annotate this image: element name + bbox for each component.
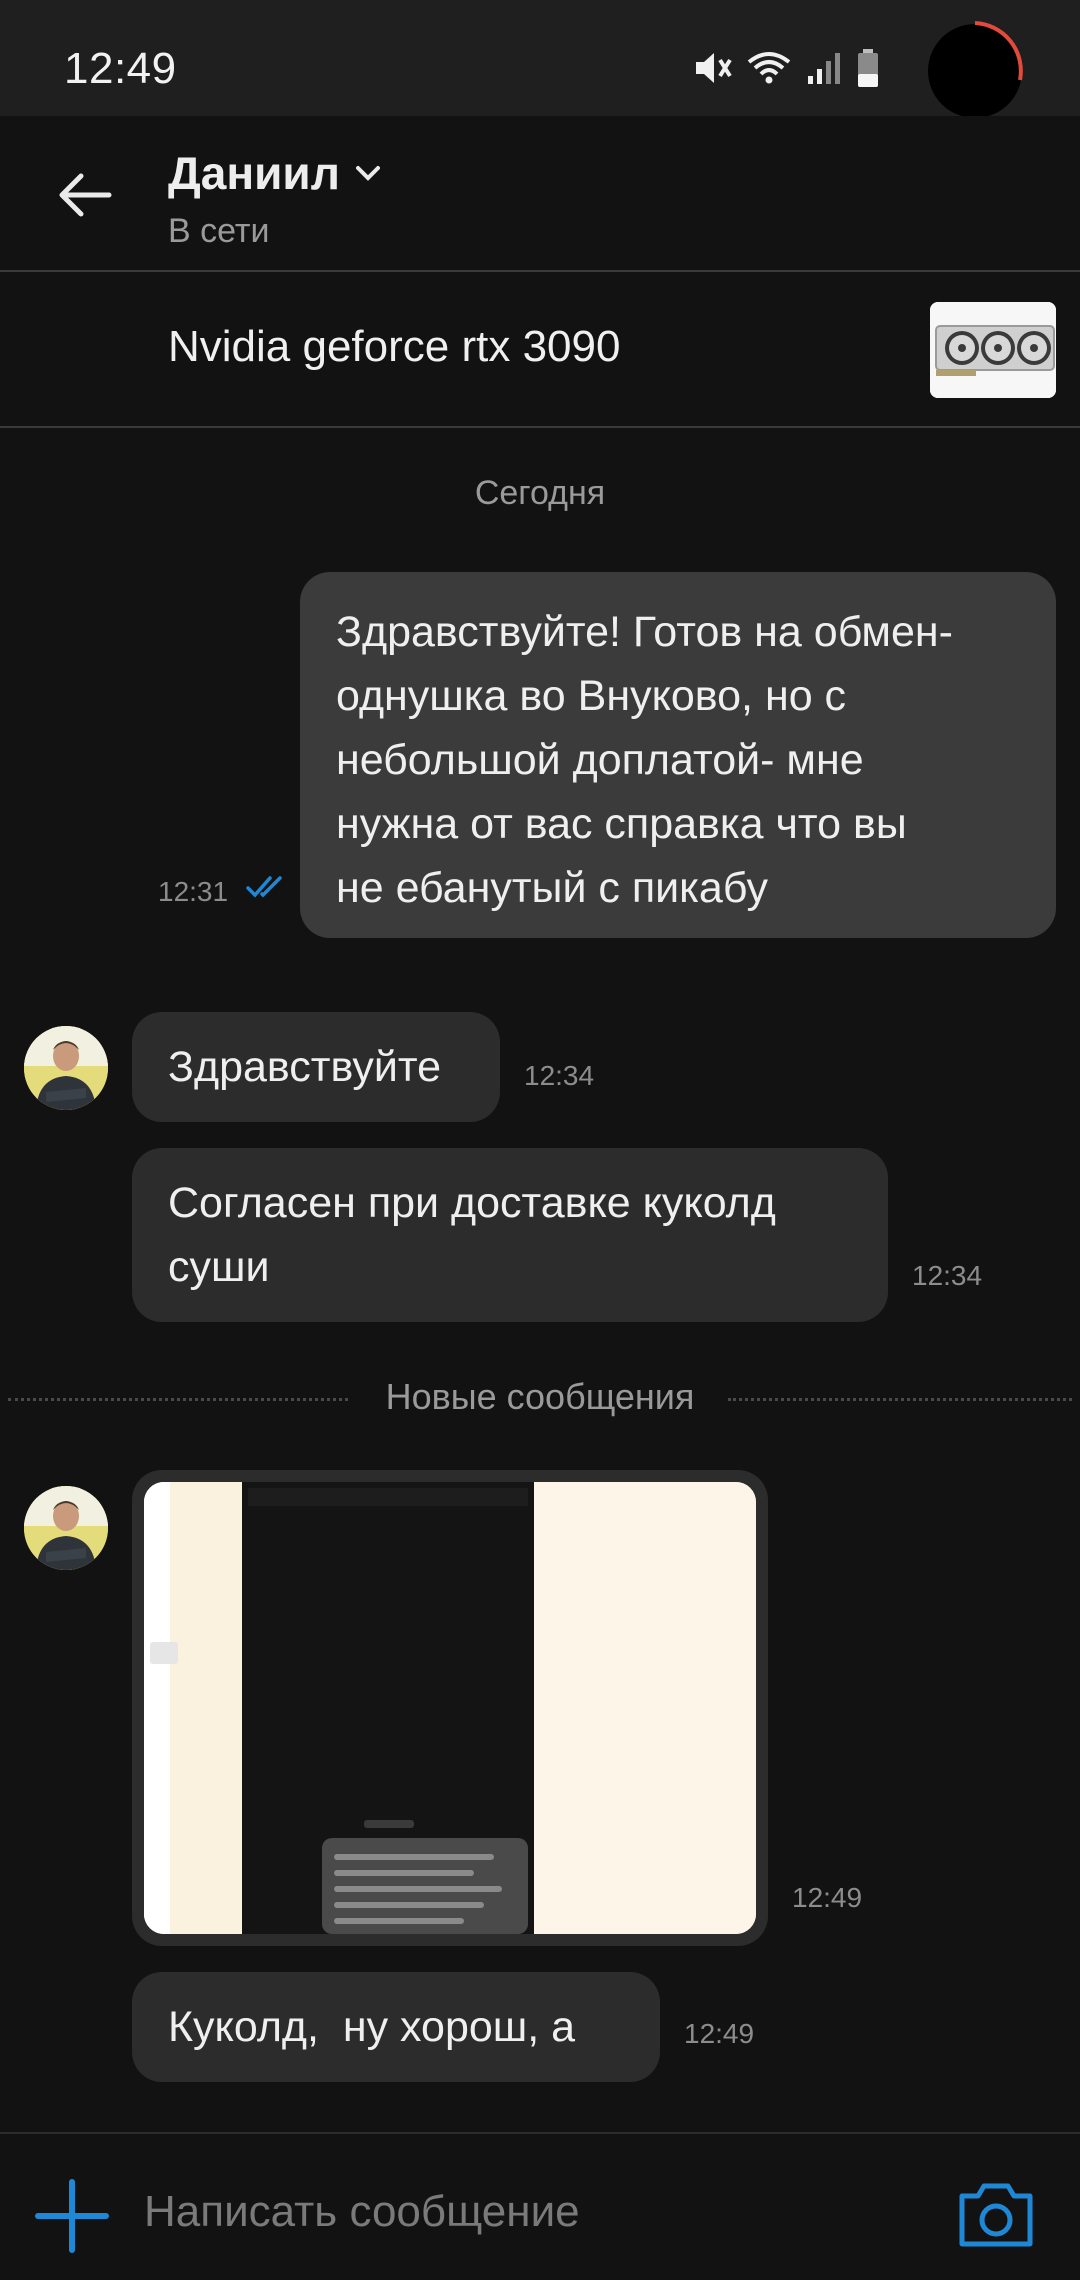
image-message[interactable] bbox=[132, 1470, 768, 1946]
status-icons bbox=[692, 48, 880, 88]
separator-line bbox=[728, 1398, 1072, 1401]
avatar[interactable] bbox=[24, 1486, 108, 1570]
product-title: Nvidia geforce rtx 3090 bbox=[168, 322, 621, 371]
outgoing-message[interactable]: Здравствуйте! Готов на обмен- однушка во… bbox=[300, 572, 1056, 938]
chevron-down-icon bbox=[355, 166, 380, 181]
wifi-icon bbox=[747, 52, 791, 84]
camera-button[interactable] bbox=[956, 2178, 1036, 2250]
chat-header: Даниил В сети bbox=[0, 116, 1080, 272]
incoming-message[interactable]: Здравствуйте bbox=[132, 1012, 500, 1122]
product-bar[interactable]: Nvidia geforce rtx 3090 bbox=[0, 272, 1080, 428]
avatar-image bbox=[24, 1486, 108, 1570]
message-composer bbox=[0, 2132, 1080, 2280]
contact-name-button[interactable]: Даниил bbox=[168, 146, 382, 200]
blurred-screenshot-image bbox=[144, 1482, 756, 1934]
message-time: 12:49 bbox=[792, 1882, 863, 1913]
status-time: 12:49 bbox=[64, 44, 177, 93]
back-arrow-icon bbox=[59, 173, 112, 217]
contact-status: В сети bbox=[168, 212, 270, 250]
message-time: 12:34 bbox=[912, 1260, 983, 1291]
read-ticks-icon bbox=[246, 876, 282, 898]
graphics-card-image bbox=[930, 302, 1056, 398]
attached-screenshot[interactable] bbox=[144, 1482, 756, 1934]
new-messages-label: Новые сообщения bbox=[385, 1376, 695, 1417]
avatar[interactable] bbox=[24, 1026, 108, 1110]
battery-icon bbox=[858, 49, 878, 87]
back-button[interactable] bbox=[50, 160, 120, 230]
status-bar: 12:49 bbox=[0, 0, 1080, 118]
mute-icon bbox=[696, 53, 732, 83]
avatar-image bbox=[24, 1026, 108, 1110]
message-input[interactable] bbox=[144, 2172, 904, 2252]
camera-ring-icon bbox=[974, 21, 1023, 81]
signal-icon bbox=[808, 53, 840, 84]
new-messages-separator: Новые сообщения bbox=[0, 1374, 1080, 1424]
product-thumbnail[interactable] bbox=[930, 302, 1056, 398]
contact-name: Даниил bbox=[168, 147, 340, 199]
date-separator: Сегодня bbox=[474, 474, 606, 512]
camera-icon bbox=[959, 2183, 1033, 2247]
incoming-message[interactable]: Куколд, ну хорош, а bbox=[132, 1972, 660, 2082]
incoming-message[interactable]: Согласен при доставке куколд суши bbox=[132, 1148, 888, 1322]
plus-icon bbox=[35, 2179, 109, 2253]
attach-button[interactable] bbox=[34, 2178, 110, 2254]
message-time: 12:49 bbox=[684, 2018, 755, 2049]
message-time: 12:34 bbox=[524, 1060, 595, 1091]
message-time: 12:31 bbox=[158, 876, 229, 907]
